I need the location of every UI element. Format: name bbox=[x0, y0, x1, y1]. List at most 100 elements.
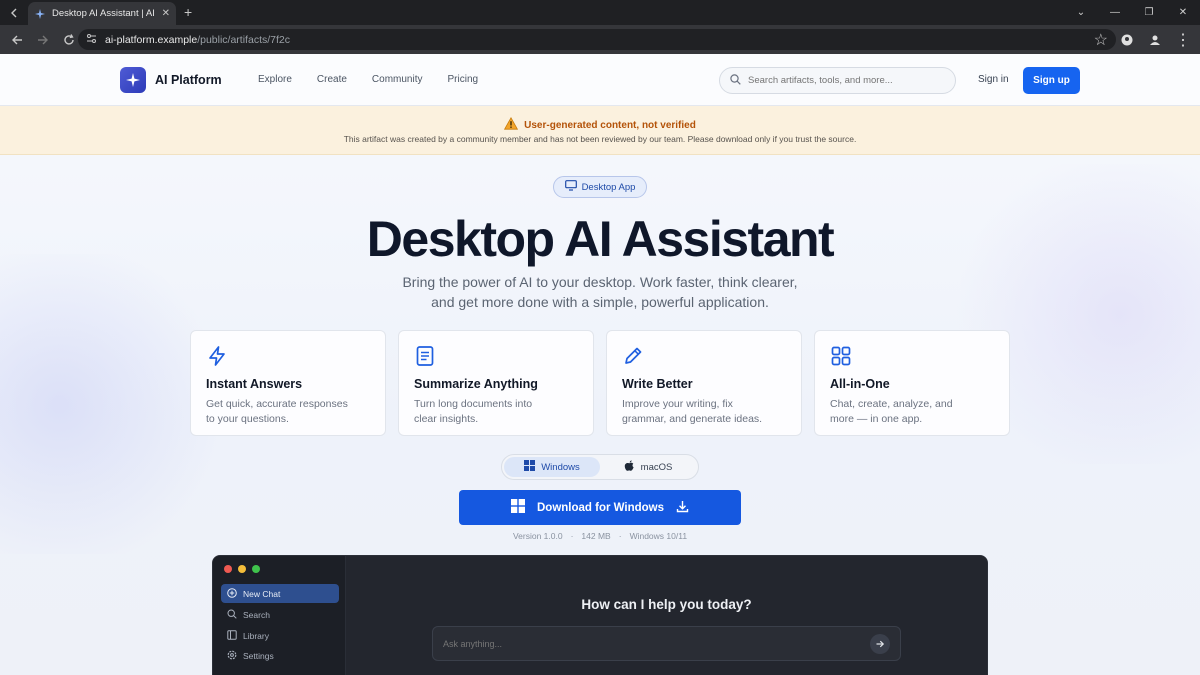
feature-desc: Get quick, accurate responses to your que… bbox=[206, 397, 370, 427]
meta-version: Version 1.0.0 bbox=[512, 531, 563, 541]
app-sidebar-search: Search bbox=[221, 605, 339, 624]
nav-pricing[interactable]: Pricing bbox=[448, 74, 479, 85]
apple-icon bbox=[624, 459, 635, 475]
plus-circle-icon bbox=[227, 587, 237, 600]
document-icon bbox=[414, 345, 436, 367]
minimize-icon[interactable]: — bbox=[1098, 0, 1132, 25]
site-header: AI Platform Explore Create Community Pri… bbox=[0, 54, 1200, 106]
hero-subtitle-line-2: and get more done with a simple, powerfu… bbox=[431, 294, 769, 310]
app-sidebar-label: New Chat bbox=[243, 588, 281, 599]
feature-desc-line: to your questions. bbox=[206, 413, 289, 425]
account-icon[interactable] bbox=[1144, 29, 1166, 50]
close-dot bbox=[224, 565, 232, 573]
traffic-light-dots bbox=[224, 565, 260, 573]
feature-desc: Turn long documents into clear insights. bbox=[414, 397, 578, 427]
feature-card-write-better: Write Better Improve your writing, fix gr… bbox=[606, 330, 802, 436]
os-label-macos: macOS bbox=[640, 461, 673, 473]
app-preview-window: New Chat Search Library Settings How can… bbox=[212, 555, 988, 675]
nav-create[interactable]: Create bbox=[317, 74, 347, 85]
bookmark-star-icon[interactable]: ☆ bbox=[1094, 30, 1108, 50]
toolbar-right: ⋮ bbox=[1116, 29, 1194, 50]
meta-separator: · bbox=[618, 531, 622, 541]
tab-title: Desktop AI Assistant | AI Platfo bbox=[52, 8, 156, 19]
download-meta: Version 1.0.0 · 142 MB · Windows 10/11 bbox=[0, 531, 1200, 541]
meta-separator: · bbox=[570, 531, 574, 541]
app-sidebar-new-chat: New Chat bbox=[221, 584, 339, 603]
feature-desc-line: more — in one app. bbox=[830, 413, 923, 425]
zoom-dot bbox=[252, 565, 260, 573]
feature-desc-line: Chat, create, analyze, and bbox=[830, 398, 953, 410]
feature-desc-line: grammar, and generate ideas. bbox=[622, 413, 763, 425]
address-bar[interactable]: ai-platform.example/public/artifacts/7f2… bbox=[78, 29, 1116, 50]
download-label: Download for Windows bbox=[536, 501, 665, 514]
nav-community[interactable]: Community bbox=[372, 74, 423, 85]
forward-icon[interactable] bbox=[32, 29, 54, 51]
feature-desc-line: clear insights. bbox=[414, 413, 479, 425]
feature-card-summarize: Summarize Anything Turn long documents i… bbox=[398, 330, 594, 436]
warning-title: User-generated content, not verified bbox=[524, 119, 696, 131]
meta-os: Windows 10/11 bbox=[629, 531, 688, 541]
hero-subtitle-line-1: Bring the power of AI to your desktop. W… bbox=[402, 274, 798, 290]
site-info-icon[interactable] bbox=[86, 31, 97, 49]
windows-icon bbox=[510, 499, 525, 516]
site-search[interactable] bbox=[719, 67, 956, 94]
os-option-macos[interactable]: macOS bbox=[600, 457, 696, 477]
feature-desc-line: Turn long documents into bbox=[414, 398, 533, 410]
chevron-down-icon[interactable]: ⌄ bbox=[1064, 0, 1098, 25]
feature-desc: Chat, create, analyze, and more — in one … bbox=[830, 397, 994, 427]
feature-title: All-in-One bbox=[830, 377, 890, 391]
sign-in-link[interactable]: Sign in bbox=[978, 74, 1009, 85]
page-content: AI Platform Explore Create Community Pri… bbox=[0, 54, 1200, 675]
hero-subtitle: Bring the power of AI to your desktop. W… bbox=[0, 272, 1200, 312]
minimize-dot bbox=[238, 565, 246, 573]
windows-icon bbox=[524, 460, 536, 474]
gear-icon bbox=[227, 650, 237, 662]
app-sidebar-label: Settings bbox=[243, 650, 274, 661]
sign-up-button[interactable]: Sign up bbox=[1023, 67, 1080, 94]
app-sidebar-label: Library bbox=[243, 630, 269, 641]
app-sidebar-library: Library bbox=[221, 626, 339, 645]
browser-tab[interactable]: Desktop AI Assistant | AI Platfo ✕ bbox=[28, 2, 176, 25]
new-tab-icon[interactable]: + bbox=[184, 4, 192, 20]
reload-icon[interactable] bbox=[58, 29, 80, 51]
app-preview-ask-box bbox=[432, 626, 901, 661]
feature-title: Summarize Anything bbox=[414, 377, 538, 391]
browser-tab-strip: Desktop AI Assistant | AI Platfo ✕ + ⌄ —… bbox=[0, 0, 1200, 25]
main-nav: Explore Create Community Pricing bbox=[258, 74, 478, 85]
os-label-windows: Windows bbox=[541, 461, 580, 473]
desktop-app-badge: Desktop App bbox=[553, 176, 647, 198]
site-logo[interactable]: AI Platform bbox=[120, 67, 222, 93]
tab-search-icon[interactable] bbox=[4, 3, 24, 23]
tab-close-icon[interactable]: ✕ bbox=[162, 8, 170, 19]
feature-cards: Instant Answers Get quick, accurate resp… bbox=[190, 330, 1010, 436]
download-arrow-icon bbox=[676, 500, 689, 516]
url-path: /public/artifacts/7f2c bbox=[197, 33, 290, 46]
search-input[interactable] bbox=[748, 75, 945, 86]
app-sidebar-settings: Settings bbox=[221, 646, 339, 665]
app-sidebar-label: Search bbox=[243, 609, 270, 620]
url-text: ai-platform.example/public/artifacts/7f2… bbox=[105, 34, 290, 46]
os-option-windows[interactable]: Windows bbox=[504, 457, 600, 477]
feature-desc-line: Improve your writing, fix bbox=[622, 398, 733, 410]
logo-text: AI Platform bbox=[155, 73, 222, 87]
menu-kebab-icon[interactable]: ⋮ bbox=[1172, 29, 1194, 50]
warning-triangle-icon bbox=[504, 116, 519, 133]
window-controls: ⌄ — ❐ ✕ bbox=[1064, 0, 1200, 25]
send-arrow-icon bbox=[870, 633, 890, 654]
lightning-icon bbox=[206, 345, 228, 367]
nav-explore[interactable]: Explore bbox=[258, 74, 292, 85]
pencil-icon bbox=[622, 345, 644, 367]
feature-desc: Improve your writing, fix grammar, and ge… bbox=[622, 397, 786, 427]
close-window-icon[interactable]: ✕ bbox=[1166, 0, 1200, 25]
meta-size: 142 MB bbox=[581, 531, 611, 541]
feature-title: Write Better bbox=[622, 377, 693, 391]
os-toggle: Windows macOS bbox=[501, 454, 699, 480]
page-title: Desktop AI Assistant bbox=[366, 211, 835, 267]
back-icon[interactable] bbox=[6, 29, 28, 51]
maximize-icon[interactable]: ❐ bbox=[1132, 0, 1166, 25]
grid-icon bbox=[830, 345, 852, 367]
sparkle-favicon-icon bbox=[34, 8, 46, 20]
profile-circle-icon[interactable] bbox=[1116, 29, 1138, 50]
download-button[interactable]: Download for Windows bbox=[459, 490, 741, 525]
feature-card-all-in-one: All-in-One Chat, create, analyze, and mor… bbox=[814, 330, 1010, 436]
